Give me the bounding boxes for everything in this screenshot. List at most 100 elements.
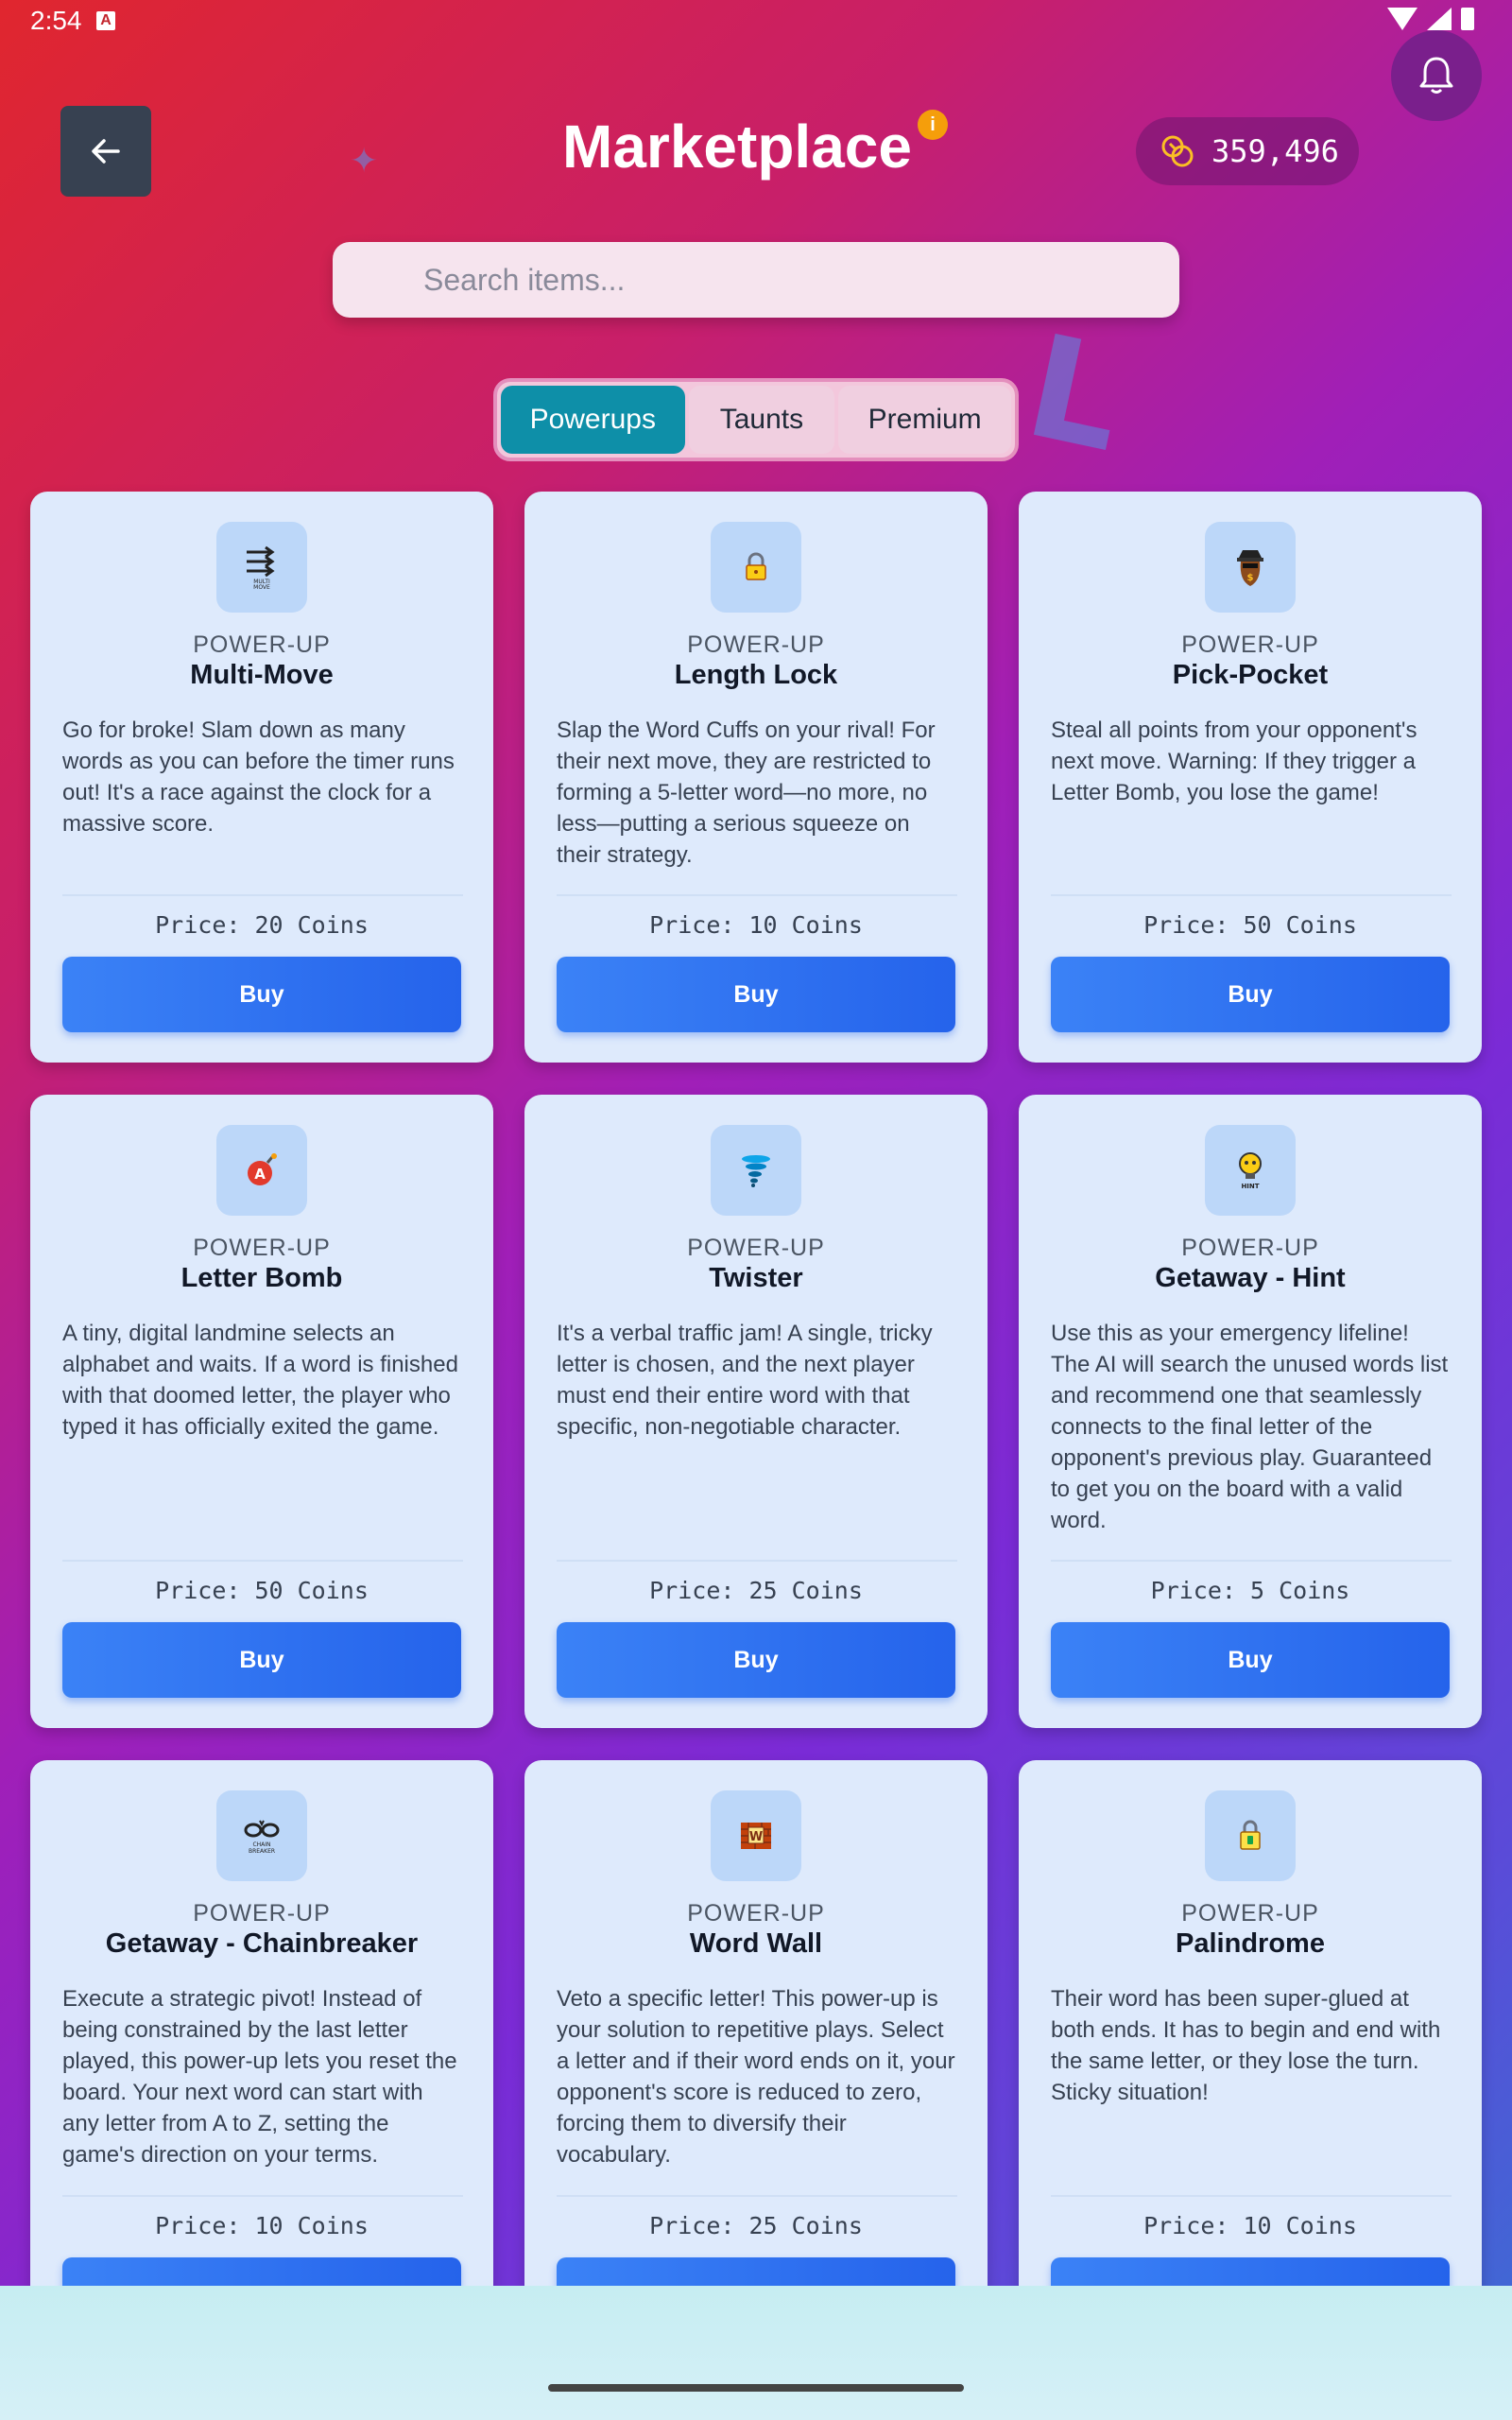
- item-description: Use this as your emergency lifeline! The…: [1051, 1321, 1449, 1533]
- divider: [557, 1560, 957, 1562]
- buy-button[interactable]: Buy: [62, 1622, 461, 1698]
- item-price: Price: 50 Coins: [155, 1577, 369, 1604]
- item-price: Price: 10 Coins: [155, 2212, 369, 2239]
- bell-icon: [1419, 57, 1453, 94]
- item-card-twister: POWER-UP Twister It's a verbal traffic j…: [524, 1095, 988, 1728]
- item-type: POWER-UP: [687, 1900, 825, 1927]
- item-card-multi-move: MULTI MOVE POWER-UP Multi-Move Go for br…: [30, 492, 493, 1063]
- background-sparkle: ✦: [350, 142, 379, 181]
- svg-text:HINT: HINT: [1241, 1183, 1259, 1190]
- coin-balance: 359,496: [1136, 117, 1359, 185]
- item-name: Twister: [709, 1263, 803, 1293]
- divider: [62, 1560, 463, 1562]
- signal-icon: [1427, 8, 1452, 30]
- buy-button[interactable]: Buy: [62, 957, 461, 1032]
- back-button[interactable]: [60, 106, 151, 197]
- item-description: Execute a strategic pivot! Instead of be…: [62, 1986, 457, 2168]
- divider: [557, 894, 957, 896]
- item-card-getaway-hint: HINT POWER-UP Getaway - Hint Use this as…: [1019, 1095, 1482, 1728]
- item-description: It's a verbal traffic jam! A single, tri…: [557, 1321, 933, 1440]
- item-description: Veto a specific letter! This power-up is…: [557, 1986, 955, 2168]
- lock-icon: [711, 522, 801, 613]
- item-name: Palindrome: [1176, 1928, 1325, 1959]
- item-name: Getaway - Chainbreaker: [105, 1928, 419, 1959]
- svg-text:$: $: [1247, 573, 1254, 583]
- hint-bulb-icon: HINT: [1205, 1125, 1296, 1216]
- item-card-length-lock: POWER-UP Length Lock Slap the Word Cuffs…: [524, 492, 988, 1063]
- buy-button[interactable]: Buy: [1051, 1622, 1450, 1698]
- multi-move-icon: MULTI MOVE: [216, 522, 307, 613]
- search-bar: [333, 242, 1179, 318]
- item-price: Price: 10 Coins: [649, 911, 863, 939]
- svg-text:CHAIN: CHAIN: [252, 1841, 270, 1848]
- glue-lock-icon: [1205, 1790, 1296, 1881]
- item-type: POWER-UP: [193, 1235, 331, 1261]
- divider: [1051, 2195, 1452, 2197]
- item-card-word-wall: W POWER-UP Word Wall Veto a specific let…: [524, 1760, 988, 2365]
- item-name: Pick-Pocket: [1172, 660, 1329, 690]
- item-name: Letter Bomb: [180, 1263, 343, 1293]
- chain-breaker-icon: CHAIN BREAKER: [216, 1790, 307, 1881]
- svg-text:BREAKER: BREAKER: [249, 1848, 275, 1855]
- item-name: Getaway - Hint: [1155, 1263, 1346, 1293]
- battery-icon: [1461, 8, 1474, 30]
- tab-taunts[interactable]: Taunts: [688, 386, 835, 454]
- item-description: Slap the Word Cuffs on your rival! For t…: [557, 717, 936, 868]
- divider: [557, 2195, 957, 2197]
- buy-button[interactable]: Buy: [1051, 957, 1450, 1032]
- item-description: Go for broke! Slam down as many words as…: [62, 717, 455, 837]
- item-name: Word Wall: [689, 1928, 823, 1959]
- notifications-button[interactable]: [1391, 30, 1482, 121]
- page-title: Marketplace: [562, 112, 912, 181]
- item-price: Price: 10 Coins: [1143, 2212, 1357, 2239]
- search-input[interactable]: [333, 242, 1179, 318]
- item-type: POWER-UP: [687, 631, 825, 658]
- item-name: Length Lock: [674, 660, 838, 690]
- thief-icon: $: [1205, 522, 1296, 613]
- info-icon[interactable]: i: [918, 110, 948, 140]
- background-letter-l: L: [1013, 303, 1137, 485]
- item-card-letter-bomb: A POWER-UP Letter Bomb A tiny, digital l…: [30, 1095, 493, 1728]
- divider: [1051, 894, 1452, 896]
- item-type: POWER-UP: [1181, 1235, 1319, 1261]
- item-type: POWER-UP: [193, 631, 331, 658]
- item-card-pick-pocket: $ POWER-UP Pick-Pocket Steal all points …: [1019, 492, 1482, 1063]
- notification-badge-icon: A: [96, 11, 115, 30]
- buy-button[interactable]: Buy: [557, 1622, 955, 1698]
- item-price: Price: 50 Coins: [1143, 911, 1357, 939]
- item-price: Price: 20 Coins: [155, 911, 369, 939]
- item-price: Price: 25 Coins: [649, 2212, 863, 2239]
- svg-text:A: A: [254, 1166, 266, 1183]
- divider: [1051, 1560, 1452, 1562]
- gesture-handle[interactable]: [548, 2384, 964, 2392]
- item-type: POWER-UP: [1181, 1900, 1319, 1927]
- tab-powerups[interactable]: Powerups: [501, 386, 685, 454]
- brick-wall-icon: W: [711, 1790, 801, 1881]
- tab-premium[interactable]: Premium: [838, 386, 1011, 454]
- status-time: 2:54: [30, 6, 82, 35]
- system-icons: [1387, 8, 1474, 30]
- item-description: Their word has been super-glued at both …: [1051, 1986, 1441, 2105]
- item-card-getaway-chainbreaker: CHAIN BREAKER POWER-UP Getaway - Chainbr…: [30, 1760, 493, 2365]
- bomb-icon: A: [216, 1125, 307, 1216]
- item-price: Price: 25 Coins: [649, 1577, 863, 1604]
- item-description: Steal all points from your opponent's ne…: [1051, 717, 1418, 805]
- svg-text:W: W: [749, 1830, 763, 1844]
- coin-balance-value: 359,496: [1211, 133, 1339, 169]
- svg-text:MOVE: MOVE: [253, 584, 270, 590]
- divider: [62, 2195, 463, 2197]
- item-price: Price: 5 Coins: [1150, 1577, 1350, 1604]
- buy-button[interactable]: Buy: [557, 957, 955, 1032]
- bottom-navigation-area: [0, 2286, 1512, 2420]
- divider: [62, 894, 463, 896]
- coins-icon: [1161, 135, 1194, 167]
- item-type: POWER-UP: [1181, 631, 1319, 658]
- item-type: POWER-UP: [193, 1900, 331, 1927]
- item-name: Multi-Move: [190, 660, 334, 690]
- tornado-icon: [711, 1125, 801, 1216]
- item-description: A tiny, digital landmine selects an alph…: [62, 1321, 458, 1440]
- item-card-palindrome: POWER-UP Palindrome Their word has been …: [1019, 1760, 1482, 2365]
- wifi-icon: [1387, 8, 1418, 30]
- status-bar: 2:54 A: [0, 0, 1512, 45]
- category-tabs: Powerups Taunts Premium: [493, 378, 1019, 461]
